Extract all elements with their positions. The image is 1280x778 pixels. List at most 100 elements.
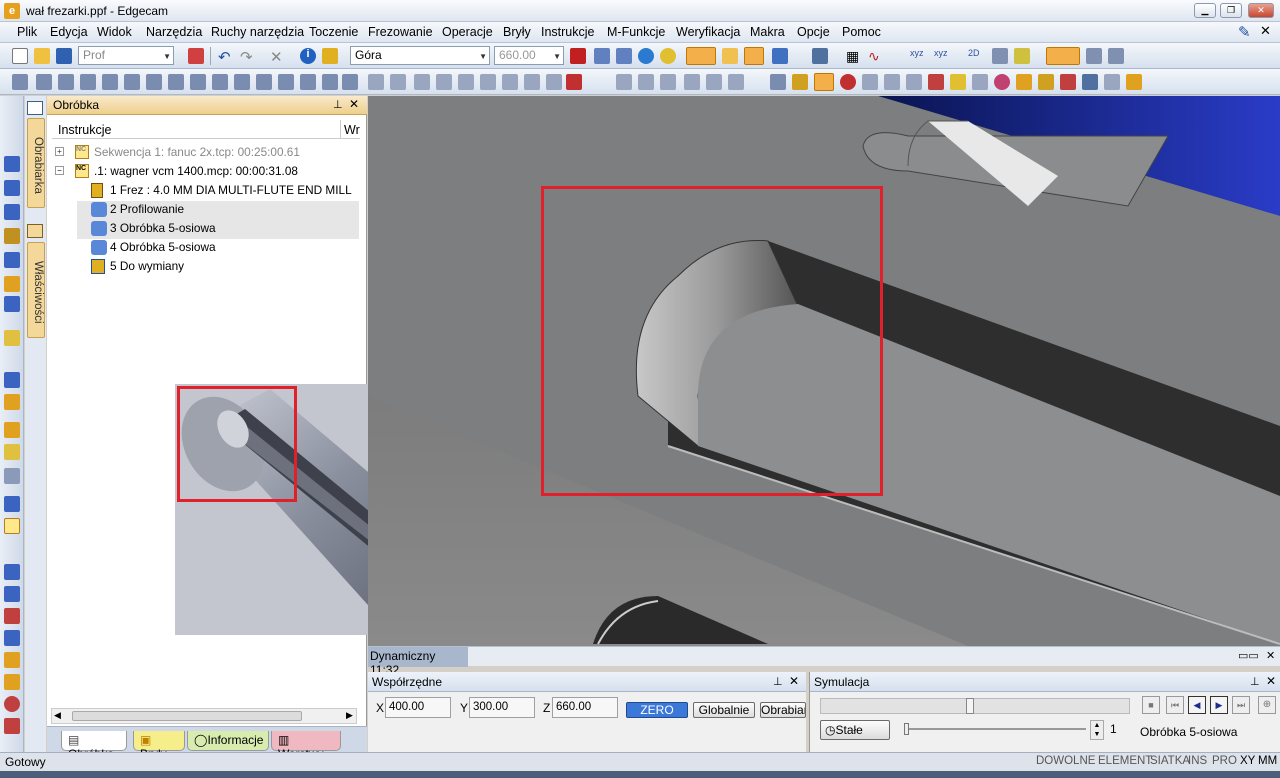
2d-icon[interactable]: 2D: [968, 48, 984, 64]
hand-icon[interactable]: [4, 652, 20, 668]
revolve-icon[interactable]: [4, 696, 20, 712]
roughing-icon[interactable]: [212, 74, 228, 90]
graphics-viewport[interactable]: [368, 96, 1280, 646]
menu-close-icon[interactable]: ✕: [1260, 23, 1271, 39]
verify-icon[interactable]: [1082, 74, 1098, 90]
save-icon[interactable]: [56, 48, 72, 64]
fillet-icon[interactable]: [906, 74, 922, 90]
info-icon[interactable]: i: [300, 48, 316, 64]
face-icon[interactable]: [124, 74, 140, 90]
hole-feature-icon[interactable]: [862, 74, 878, 90]
hidden-line-icon[interactable]: [744, 47, 764, 65]
transform-icon[interactable]: [660, 74, 676, 90]
tab-obrabiarka[interactable]: Obrabiarka: [27, 118, 45, 208]
solid-icon[interactable]: [770, 74, 786, 90]
menu-weryfikacja[interactable]: Weryfikacja: [676, 25, 740, 39]
pencil-icon[interactable]: [4, 330, 20, 346]
stock-draw-icon[interactable]: [4, 608, 20, 624]
view-close-icon[interactable]: ✕: [1266, 649, 1275, 662]
tool-path-icon[interactable]: [1038, 74, 1054, 90]
grid-icon[interactable]: ▦: [846, 48, 862, 64]
menu-toczenie[interactable]: Toczenie: [309, 25, 358, 39]
menu-ruchy-narzedzia[interactable]: Ruchy narzędzia: [211, 25, 304, 39]
tab-warstwy[interactable]: ▥ Warstwy: [271, 731, 341, 761]
status-flag-xy[interactable]: XY: [1240, 755, 1255, 767]
tab-wlasciwosci[interactable]: Właściwości: [27, 242, 45, 338]
curve-icon[interactable]: ∿: [868, 48, 884, 64]
engrave-icon[interactable]: [300, 74, 316, 90]
feed-icon[interactable]: [414, 74, 430, 90]
mode-button[interactable]: ◷Stałe: [820, 720, 890, 740]
xyz-icon[interactable]: xyz: [910, 48, 926, 64]
spline-icon[interactable]: [1108, 48, 1124, 64]
lock-icon[interactable]: [570, 48, 586, 64]
target-icon[interactable]: [840, 74, 856, 90]
cycle-icon[interactable]: [502, 74, 518, 90]
highlight-icon[interactable]: [322, 48, 338, 64]
status-flag-element[interactable]: ELEMENT: [1098, 755, 1152, 767]
finishing-icon[interactable]: [234, 74, 250, 90]
postprocess-icon[interactable]: [1126, 74, 1142, 90]
zero-button[interactable]: ZERO: [626, 702, 688, 718]
measure-icon[interactable]: [992, 48, 1008, 64]
select-icon[interactable]: [814, 73, 834, 91]
polyline-icon[interactable]: [4, 180, 20, 196]
operation-icon[interactable]: [616, 74, 632, 90]
delete-icon[interactable]: ✕: [270, 48, 286, 66]
dimension-icon[interactable]: [1014, 48, 1030, 64]
xyz-rotate-icon[interactable]: xyz: [934, 48, 950, 64]
mirror-entity-icon[interactable]: [4, 496, 20, 512]
bore-icon[interactable]: [58, 74, 74, 90]
line-icon[interactable]: [4, 156, 20, 172]
circle-icon[interactable]: [4, 252, 20, 268]
trim-draw-icon[interactable]: [4, 372, 20, 388]
z-coordinate-field[interactable]: 660.00: [552, 697, 618, 718]
stop-icon[interactable]: ■: [1142, 696, 1160, 714]
point-icon[interactable]: [4, 228, 20, 244]
snap-icon[interactable]: [594, 48, 610, 64]
menu-bryly[interactable]: Bryły: [503, 25, 531, 39]
menu-makra[interactable]: Makra: [750, 25, 785, 39]
play-icon[interactable]: ▶: [1210, 696, 1228, 714]
rewind-icon[interactable]: ⏮: [1166, 696, 1184, 714]
disk-icon[interactable]: [994, 74, 1010, 90]
pocket-icon[interactable]: [168, 74, 184, 90]
menu-plik[interactable]: Plik: [17, 25, 37, 39]
eraser-icon[interactable]: [188, 48, 204, 64]
coordinates-close-icon[interactable]: ✕: [789, 674, 799, 688]
maximize-button[interactable]: ❐: [1220, 3, 1242, 18]
layer-combo[interactable]: Prof ▼: [78, 46, 174, 65]
scroll-right-icon[interactable]: ▶: [346, 710, 353, 721]
copy-entity-icon[interactable]: [4, 444, 20, 460]
view-combo[interactable]: Góra ▼: [350, 46, 490, 65]
fillet-draw-icon[interactable]: [4, 296, 20, 312]
mirror-icon[interactable]: [638, 74, 654, 90]
break-icon[interactable]: [4, 394, 20, 410]
tree-item-frez[interactable]: 1 Frez : 4.0 MM DIA MULTI-FLUTE END MILL: [77, 182, 359, 201]
pin-icon[interactable]: ⊥: [773, 675, 783, 688]
thread-icon[interactable]: [278, 74, 294, 90]
render-icon[interactable]: [722, 48, 738, 64]
tool-icon[interactable]: [12, 74, 28, 90]
step-back-icon[interactable]: ◀: [1188, 696, 1206, 714]
tree-item-profilowanie[interactable]: 2 Profilowanie: [77, 201, 359, 220]
feature-icon[interactable]: [792, 74, 808, 90]
simulate-icon[interactable]: [1104, 74, 1120, 90]
tree-item-obrobka-5-osiowa-2[interactable]: 4 Obróbka 5-osiowa: [77, 239, 359, 258]
menu-frezowanie[interactable]: Frezowanie: [368, 25, 433, 39]
profile-icon[interactable]: [146, 74, 162, 90]
pin-icon[interactable]: ⊥: [1250, 675, 1260, 688]
menu-opcje[interactable]: Opcje: [797, 25, 830, 39]
undo-icon[interactable]: ↶: [218, 48, 234, 66]
progress-slider[interactable]: [820, 698, 1130, 714]
pan-icon[interactable]: [660, 48, 676, 64]
status-flag-pro[interactable]: PRO: [1212, 755, 1237, 767]
index-icon[interactable]: [728, 74, 744, 90]
scroll-left-icon[interactable]: ◀: [54, 710, 61, 721]
menu-m-funkcje[interactable]: M-Funkcje: [607, 25, 665, 39]
plunge-icon[interactable]: [458, 74, 474, 90]
collapse-icon[interactable]: −: [55, 166, 64, 175]
machine-coords-button[interactable]: Obrabiar: [760, 702, 806, 718]
tree-item-do-wymiany[interactable]: 5 Do wymiany: [77, 258, 359, 277]
edgecam-app-icon[interactable]: e: [4, 3, 20, 19]
